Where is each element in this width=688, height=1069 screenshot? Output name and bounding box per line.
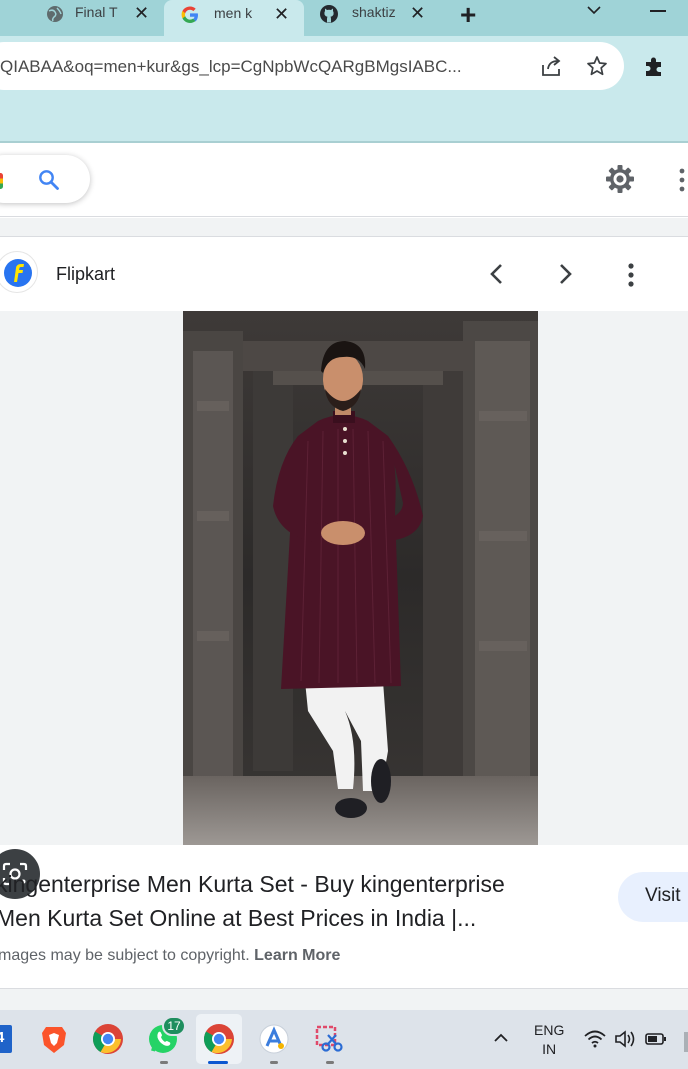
running-indicator <box>326 1061 334 1064</box>
settings-gear-icon[interactable] <box>604 163 636 195</box>
chrome-active-icon[interactable] <box>203 1023 235 1055</box>
running-indicator <box>270 1061 278 1064</box>
result-title-line-1[interactable]: kingenterprise Men Kurta Set - Buy kinge… <box>0 871 505 898</box>
product-image[interactable] <box>183 311 538 845</box>
copyright-text: mages may be subject to copyright. <box>0 947 250 964</box>
more-options-icon[interactable] <box>624 262 638 288</box>
extensions-puzzle-icon[interactable] <box>642 55 666 79</box>
running-indicator <box>208 1061 228 1064</box>
badge-count: 17 <box>167 1019 181 1033</box>
source-site-name[interactable]: Flipkart <box>56 264 115 285</box>
result-title-line-2[interactable]: Men Kurta Set Online at Best Prices in I… <box>0 905 476 932</box>
lang-line-2: IN <box>542 1041 557 1057</box>
tab-github[interactable]: shaktiz ✕ <box>306 0 446 30</box>
search-icon[interactable] <box>37 168 61 192</box>
chrome-icon[interactable] <box>92 1023 124 1055</box>
copyright-notice: mages may be subject to copyright. Learn… <box>0 947 340 965</box>
search-box[interactable] <box>0 155 90 203</box>
bookmark-star-icon[interactable] <box>586 55 608 77</box>
wifi-icon[interactable] <box>584 1030 606 1048</box>
flipkart-logo[interactable] <box>0 251 38 293</box>
close-icon[interactable]: ✕ <box>274 4 289 25</box>
show-hidden-icons-chevron[interactable] <box>493 1032 509 1044</box>
previous-chevron-icon[interactable] <box>486 262 508 286</box>
tab-label: shaktiz <box>352 4 396 20</box>
section-gap-bottom <box>0 988 688 1010</box>
vpn-app-icon[interactable] <box>258 1023 290 1055</box>
visit-label: Visit <box>645 885 681 906</box>
section-gap <box>0 218 688 236</box>
chevron-down-icon[interactable] <box>586 4 602 16</box>
learn-more-link[interactable]: Learn More <box>254 947 340 964</box>
tab-label: men k <box>214 5 253 21</box>
tab-final[interactable]: Final T ✕ <box>0 0 160 30</box>
clock-fragment[interactable] <box>684 1032 688 1052</box>
globe-icon <box>47 6 63 22</box>
image-preview-panel: Flipkart kingenterprise Men Kurta Set - … <box>0 236 688 988</box>
outlook-icon[interactable]: 4 <box>0 1023 14 1055</box>
windows-taskbar: 4 17 ENG IN <box>0 1010 688 1069</box>
github-icon <box>320 5 338 23</box>
google-icon <box>181 6 198 23</box>
close-icon[interactable]: ✕ <box>410 3 425 24</box>
language-indicator[interactable]: ENG IN <box>534 1021 564 1059</box>
share-icon[interactable] <box>540 55 564 77</box>
minimize-button[interactable] <box>650 10 666 12</box>
close-icon[interactable]: ✕ <box>134 3 149 24</box>
next-chevron-icon[interactable] <box>554 262 576 286</box>
volume-icon[interactable] <box>614 1029 636 1049</box>
brave-browser-icon[interactable] <box>38 1023 70 1055</box>
visit-button[interactable]: Visit <box>618 872 688 922</box>
tab-label: Final T <box>75 4 118 20</box>
new-tab-button[interactable]: + <box>460 0 476 31</box>
tab-men-kurta[interactable]: men k ✕ <box>164 0 304 36</box>
url-text[interactable]: QIABAA&oq=men+kur&gs_lcp=CgNpbWcQARgBMgs… <box>0 57 505 77</box>
google-logo-fragment <box>0 173 3 189</box>
battery-icon[interactable] <box>645 1032 667 1046</box>
image-viewer <box>0 311 688 899</box>
notification-badge: 17 <box>162 1016 186 1036</box>
snipping-tool-icon[interactable] <box>314 1023 346 1055</box>
lang-line-1: ENG <box>534 1022 565 1038</box>
google-header <box>0 143 688 217</box>
tab-strip: Final T ✕ men k ✕ shaktiz ✕ + <box>0 0 688 36</box>
address-bar[interactable]: QIABAA&oq=men+kur&gs_lcp=CgNpbWcQARgBMgs… <box>0 42 624 90</box>
apps-grid-icon[interactable] <box>676 167 688 193</box>
running-indicator <box>160 1061 168 1064</box>
